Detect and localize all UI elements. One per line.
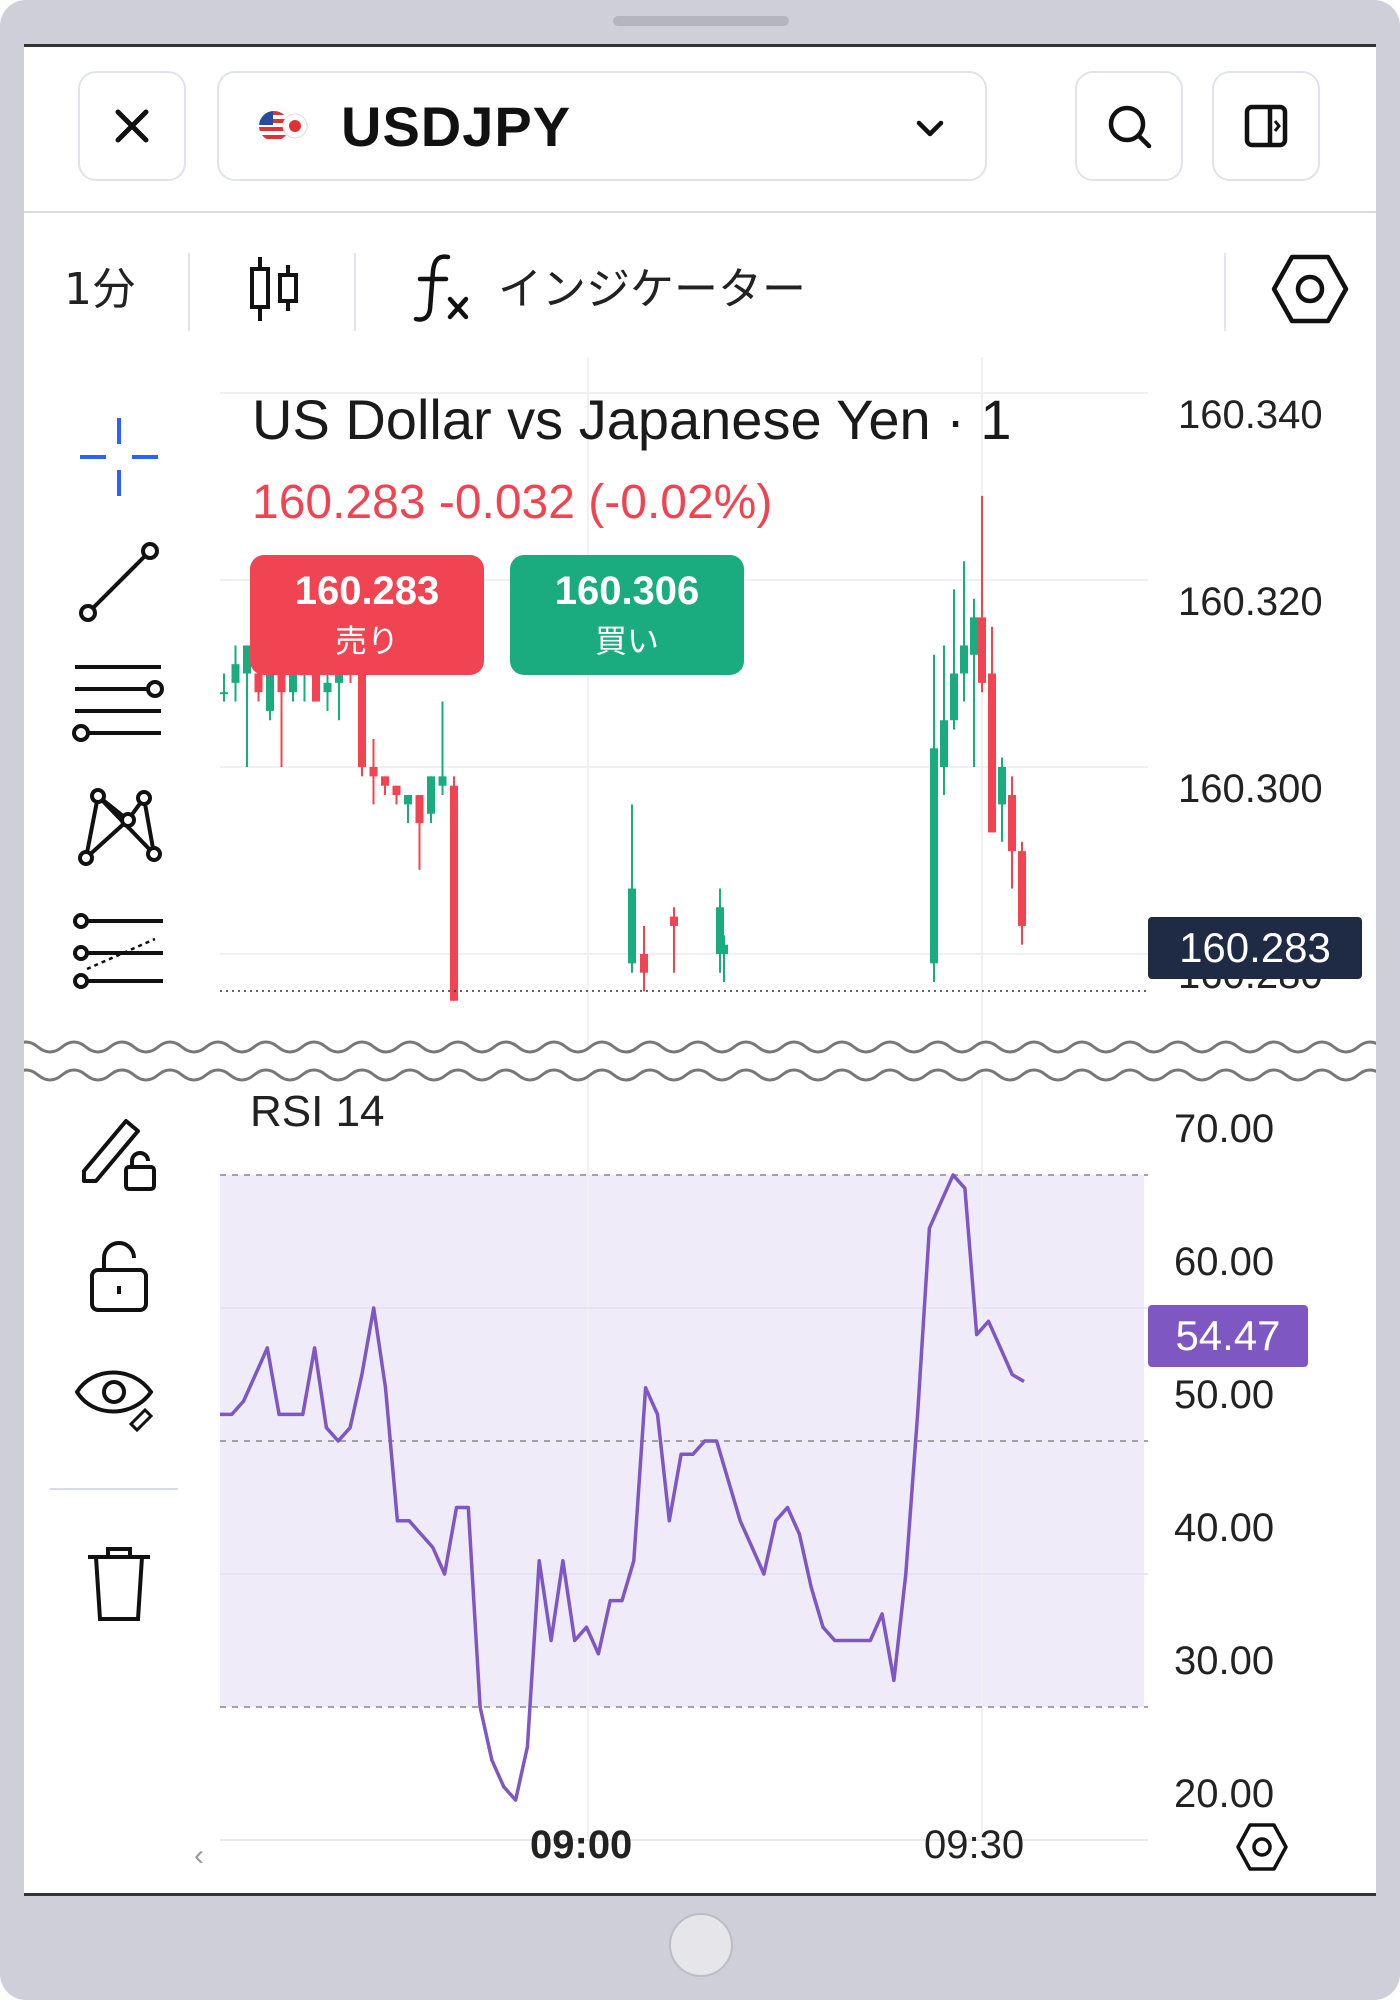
trendline-icon: [79, 542, 159, 622]
rsi-axis-label: 70.00: [1174, 1107, 1275, 1151]
candle-body: [427, 776, 435, 814]
close-button[interactable]: [78, 71, 186, 181]
candle-body: [940, 720, 948, 767]
time-axis-label: 09:00: [530, 1823, 633, 1867]
candle-body: [404, 795, 412, 805]
buy-button[interactable]: 160.306 買い: [510, 555, 744, 675]
fibonacci-icon: [73, 913, 163, 989]
timeframe-button[interactable]: 1分: [64, 253, 136, 317]
eye-icon: [74, 1370, 154, 1433]
unlock-icon: [90, 1241, 148, 1312]
settings-hexagon-icon[interactable]: [1270, 251, 1350, 327]
search-button[interactable]: [1075, 71, 1183, 181]
candle-body: [438, 776, 447, 786]
symbol-label: USDJPY: [341, 94, 572, 158]
sell-button[interactable]: 160.283 売り: [250, 555, 484, 675]
candle-body: [720, 944, 728, 954]
pencil-lock-icon: [82, 1119, 156, 1191]
candle-body: [1018, 851, 1026, 926]
chart-quote: 160.283 -0.032 (-0.02%): [252, 476, 773, 529]
horizontal-lines-icon: [72, 665, 164, 742]
buy-label: 買い: [594, 622, 659, 660]
toolbar-divider: [1224, 253, 1226, 331]
rsi-title: RSI 14: [250, 1087, 385, 1136]
candle-body: [950, 673, 958, 721]
rsi-axis-label: 20.00: [1174, 1772, 1275, 1816]
symbol-selector[interactable]: USDJPY: [217, 71, 987, 181]
trash-icon: [88, 1547, 150, 1621]
panel-toggle-button[interactable]: [1212, 71, 1320, 181]
scroll-left-icon[interactable]: ‹: [194, 1839, 204, 1872]
price-axis-label: 160.340: [1178, 393, 1323, 437]
candle-body: [998, 767, 1006, 805]
candle-body: [970, 617, 978, 655]
candle-body: [254, 673, 263, 693]
chart-symbol-title: US Dollar vs Japanese Yen · 1: [252, 388, 1012, 451]
candle-body: [988, 673, 996, 833]
buy-price: 160.306: [554, 569, 700, 613]
tools-divider: [50, 1488, 178, 1490]
rsi-axis-label: 50.00: [1174, 1373, 1275, 1417]
rsi-value-tag: 54.47: [1148, 1305, 1308, 1367]
device-frame: USDJPY 1分 インジケーター ‹ US Dollar vs Japanes…: [0, 0, 1400, 2000]
function-fx-icon[interactable]: [408, 249, 480, 325]
last-price-tag: 160.283: [1148, 917, 1362, 979]
axis-settings-icon[interactable]: [1234, 1821, 1290, 1873]
candle-body: [220, 692, 228, 695]
crosshair-tool[interactable]: [64, 402, 174, 512]
candle-body: [670, 916, 678, 926]
candlestick-type-icon[interactable]: [246, 251, 302, 327]
rsi-axis-label: 40.00: [1174, 1506, 1275, 1550]
chevron-down-icon: [916, 120, 944, 137]
candle-body: [978, 617, 986, 683]
delete-tool[interactable]: [64, 1527, 174, 1637]
sell-price: 160.283: [294, 569, 440, 613]
app-screen: USDJPY 1分 インジケーター ‹ US Dollar vs Japanes…: [24, 44, 1376, 1896]
candle-body: [231, 664, 240, 683]
price-axis-label: 160.300: [1178, 767, 1323, 811]
trendline-tool[interactable]: [64, 527, 174, 637]
visibility-tool[interactable]: [64, 1342, 174, 1452]
candle-body: [369, 767, 378, 777]
pattern-icon: [78, 788, 162, 866]
rsi-axis-label: 30.00: [1174, 1639, 1275, 1683]
device-notch: [613, 16, 789, 26]
side-panel-icon: [1244, 104, 1288, 148]
draw-lock-tool[interactable]: [64, 1097, 174, 1207]
horizontal-lines-tool[interactable]: [64, 647, 174, 757]
lock-tool[interactable]: [64, 1222, 174, 1332]
candle-body: [628, 888, 636, 964]
candle-body: [323, 682, 332, 693]
time-axis-label: 09:30: [924, 1823, 1025, 1867]
close-icon: [115, 109, 149, 143]
home-button[interactable]: [669, 1913, 733, 1977]
price-axis-label: 160.320: [1178, 580, 1323, 624]
candle-body: [930, 748, 938, 964]
toolbar-divider: [354, 253, 356, 331]
toolbar-divider: [188, 253, 190, 331]
top-bar: USDJPY: [24, 47, 1376, 213]
sell-label: 売り: [334, 622, 399, 660]
candle-body: [392, 785, 401, 796]
candle-body: [381, 776, 389, 786]
crosshair-icon: [80, 418, 158, 496]
candle-body: [358, 664, 366, 767]
candle-body: [640, 954, 648, 973]
pattern-tool[interactable]: [64, 772, 174, 882]
root: USDJPY 1分 インジケーター ‹ US Dollar vs Japanes…: [0, 0, 1400, 2000]
candle-body: [289, 673, 297, 693]
candle-body: [450, 785, 458, 1001]
rsi-axis-label: 60.00: [1174, 1240, 1275, 1284]
candle-body: [415, 795, 424, 824]
fib-tool[interactable]: [64, 899, 174, 1009]
us-jp-flag-icon: [259, 111, 308, 141]
search-icon: [1108, 105, 1152, 149]
chart-toolbar: 1分 インジケーター: [24, 213, 1376, 355]
candle-body: [1008, 795, 1016, 852]
candle-body: [960, 645, 968, 674]
indicators-button[interactable]: インジケーター: [498, 253, 806, 317]
